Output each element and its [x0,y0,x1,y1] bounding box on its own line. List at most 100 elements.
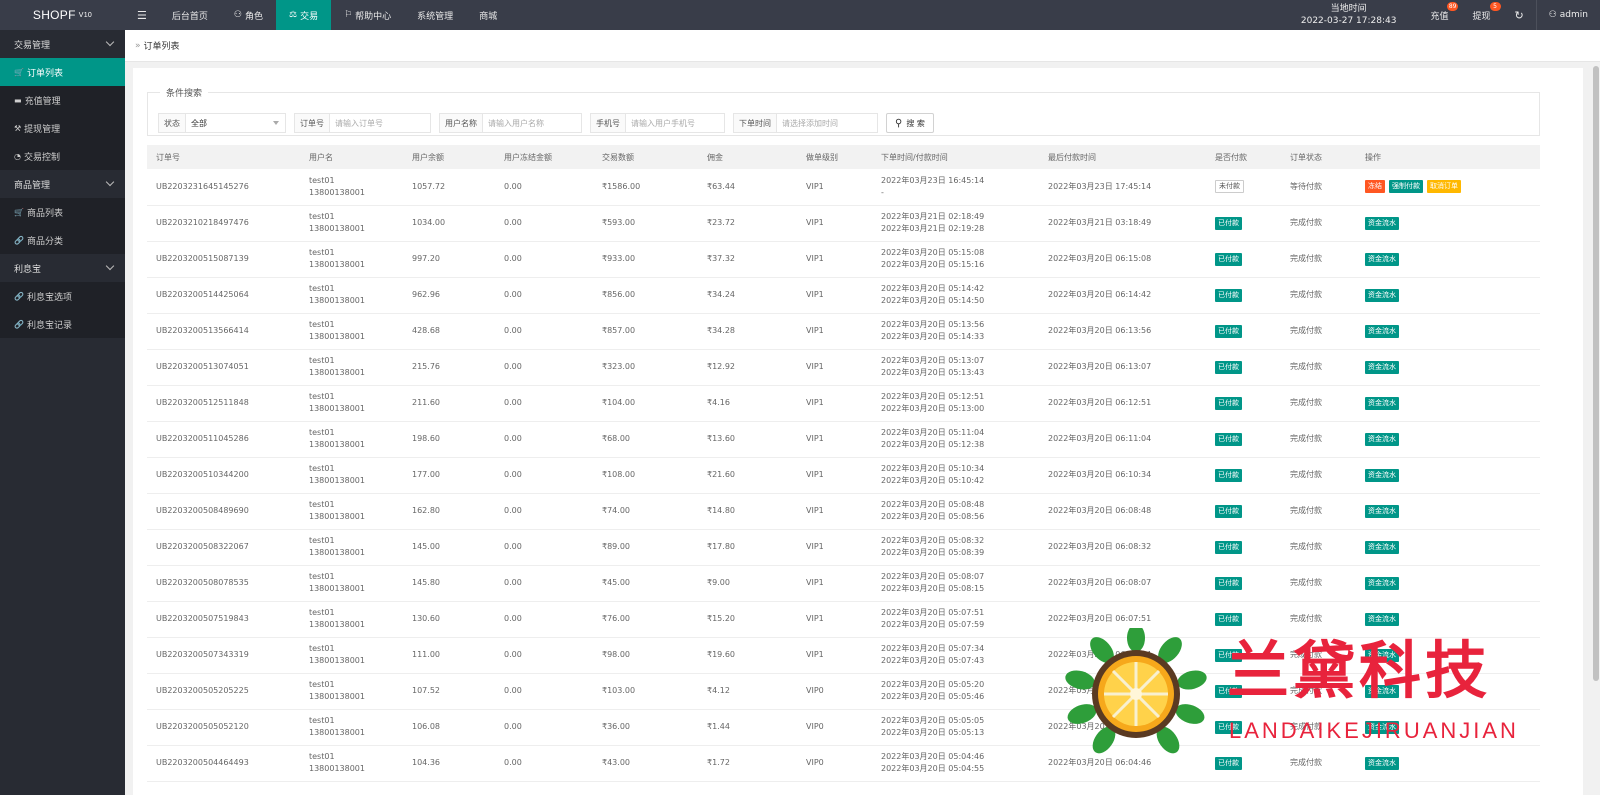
action-button[interactable]: 资金流水 [1365,396,1399,410]
action-button[interactable]: 资金流水 [1365,720,1399,734]
paid-badge: 已付款 [1215,756,1242,770]
nav-help[interactable]: ⚐ 帮助中心 [331,0,404,30]
sidebar-item-trade-control[interactable]: ◔ 交易控制 [0,142,125,170]
order-id: UB2203200513566414 [147,313,300,350]
action-button[interactable]: 资金流水 [1365,252,1399,266]
order-number-field[interactable]: 订单号 请输入订单号 [294,113,431,133]
actions-cell: 资金流水 [1356,421,1540,458]
action-button[interactable]: 资金流水 [1365,612,1399,626]
action-button[interactable]: 资金流水 [1365,540,1399,554]
nav-system[interactable]: 系统管理 [404,0,466,30]
status-select[interactable]: 状态 全部 [158,113,286,133]
action-button[interactable]: 资金流水 [1365,756,1399,770]
search-button[interactable]: ⚲ 搜 索 [886,113,934,133]
hamburger-icon: ☰ [137,8,147,22]
sidebar-item-interest-options[interactable]: 🔗 利息宝选项 [0,282,125,310]
user-phone: 13800138001 [309,656,365,665]
actions-cell: 资金流水 [1356,601,1540,638]
sidebar: 交易管理 🛒 订单列表 ▬ 充值管理 ⚒ 提现管理 ◔ 交易控制 商品管理 🛒 商品列表 … [0,30,125,795]
user-name: test01 [309,428,335,437]
user-cell: test01 13800138001 [300,565,403,602]
action-button[interactable]: 资金流水 [1365,648,1399,662]
paid-cell: 已付款 [1206,421,1281,458]
menu-toggle-button[interactable]: ☰ [125,0,159,30]
action-button[interactable]: 资金流水 [1365,288,1399,302]
nav-mall[interactable]: 商城 [466,0,510,30]
vip-level: VIP1 [797,385,872,422]
scrollbar-thumb[interactable] [1593,66,1599,681]
paid-badge: 已付款 [1215,576,1242,590]
vip-level: VIP1 [797,637,872,674]
action-button[interactable]: 资金流水 [1365,576,1399,590]
action-button[interactable]: 取消订单 [1427,180,1461,194]
order-times: 2022年03月20日 05:08:07 2022年03月20日 05:08:15 [872,565,1039,602]
nav-home[interactable]: 后台首页 [159,0,221,30]
actions-cell: 资金流水 [1356,241,1540,278]
sidebar-group-trade[interactable]: 交易管理 [0,30,125,58]
phone-input[interactable]: 请输入用户手机号 [626,114,700,132]
paid-cell: 已付款 [1206,385,1281,422]
sidebar-item-order-list[interactable]: 🛒 订单列表 [0,58,125,86]
actions-cell: 资金流水 [1356,349,1540,386]
order-number-input[interactable]: 请输入订单号 [330,114,388,132]
vip-level: VIP1 [797,313,872,350]
last-pay-time: 2022年03月20日 06:11:04 [1039,421,1206,458]
phone-field[interactable]: 手机号 请输入用户手机号 [590,113,725,133]
order-times: 2022年03月20日 05:08:48 2022年03月20日 05:08:56 [872,493,1039,530]
status-value[interactable]: 全部 [186,114,285,132]
action-button[interactable]: 资金流水 [1365,216,1399,230]
order-time-input[interactable]: 请选择添加时间 [777,114,843,132]
order-time-field[interactable]: 下单时间 请选择添加时间 [733,113,878,133]
sidebar-item-goods-category[interactable]: 🔗 商品分类 [0,226,125,254]
sidebar-item-goods-list[interactable]: 🛒 商品列表 [0,198,125,226]
action-button[interactable]: 资金流水 [1365,432,1399,446]
breadcrumb-current[interactable]: 订单列表 [144,39,180,52]
trade-amount: ₹89.00 [593,529,698,566]
action-button[interactable]: 资金流水 [1365,468,1399,482]
user-cell: test01 13800138001 [300,493,403,530]
refresh-button[interactable]: ↻ [1503,0,1536,30]
nav-system-label: 系统管理 [417,11,454,22]
top-right: 当地时间 2022-03-27 17:28:43 充值 89 提现 5 ↻ ⚇ a… [1279,0,1600,30]
sidebar-item-interest-records[interactable]: 🔗 利息宝记录 [0,310,125,338]
app-logo[interactable]: SHOPF V10 [0,0,125,30]
pay-time: 2022年03月20日 05:14:50 [881,296,985,305]
user-frozen: 0.00 [495,601,593,638]
vertical-scrollbar[interactable] [1592,62,1600,795]
user-balance: 104.36 [403,745,495,782]
user-menu[interactable]: ⚇ admin [1537,0,1600,30]
user-balance: 1034.00 [403,205,495,242]
sidebar-group-goods[interactable]: 商品管理 [0,170,125,198]
paid-cell: 已付款 [1206,349,1281,386]
caret-down-icon [273,121,279,125]
user-name: test01 [309,608,335,617]
sidebar-item-recharge[interactable]: ▬ 充值管理 [0,86,125,114]
sidebar-group-interest[interactable]: 利息宝 [0,254,125,282]
order-status: 等待付款 [1281,169,1356,206]
action-button[interactable]: 资金流水 [1365,504,1399,518]
table-row: UB2203200513566414 test01 13800138001 428.6… [147,313,1540,350]
nav-role[interactable]: ⚇ 角色 [221,0,276,30]
order-status: 完成付款 [1281,205,1356,242]
order-status: 完成付款 [1281,745,1356,782]
action-button[interactable]: 资金流水 [1365,360,1399,374]
nav-trade[interactable]: ⚖ 交易 [275,0,332,30]
action-button[interactable]: 冻结 [1365,180,1385,194]
action-button[interactable]: 强制付款 [1389,180,1423,194]
pay-time: 2022年03月20日 05:13:43 [881,368,985,377]
last-pay-time: 2022年03月20日 06:07:51 [1039,601,1206,638]
withdraw-link[interactable]: 提现 5 [1460,0,1502,30]
sidebar-group-label: 利息宝 [14,264,42,275]
order-id: UB2203200508078535 [147,565,300,602]
pay-time: 2022年03月20日 05:07:59 [881,620,985,629]
recharge-link[interactable]: 充值 89 [1418,0,1460,30]
action-button[interactable]: 资金流水 [1365,684,1399,698]
action-button[interactable]: 资金流水 [1365,324,1399,338]
sidebar-item-withdraw[interactable]: ⚒ 提现管理 [0,114,125,142]
order-id: UB2203200511045286 [147,421,300,458]
paid-cell: 已付款 [1206,457,1281,494]
paid-cell: 已付款 [1206,709,1281,746]
paid-badge: 已付款 [1215,360,1242,374]
username-field[interactable]: 用户名称 请输入用户名称 [439,113,582,133]
username-input[interactable]: 请输入用户名称 [483,114,549,132]
